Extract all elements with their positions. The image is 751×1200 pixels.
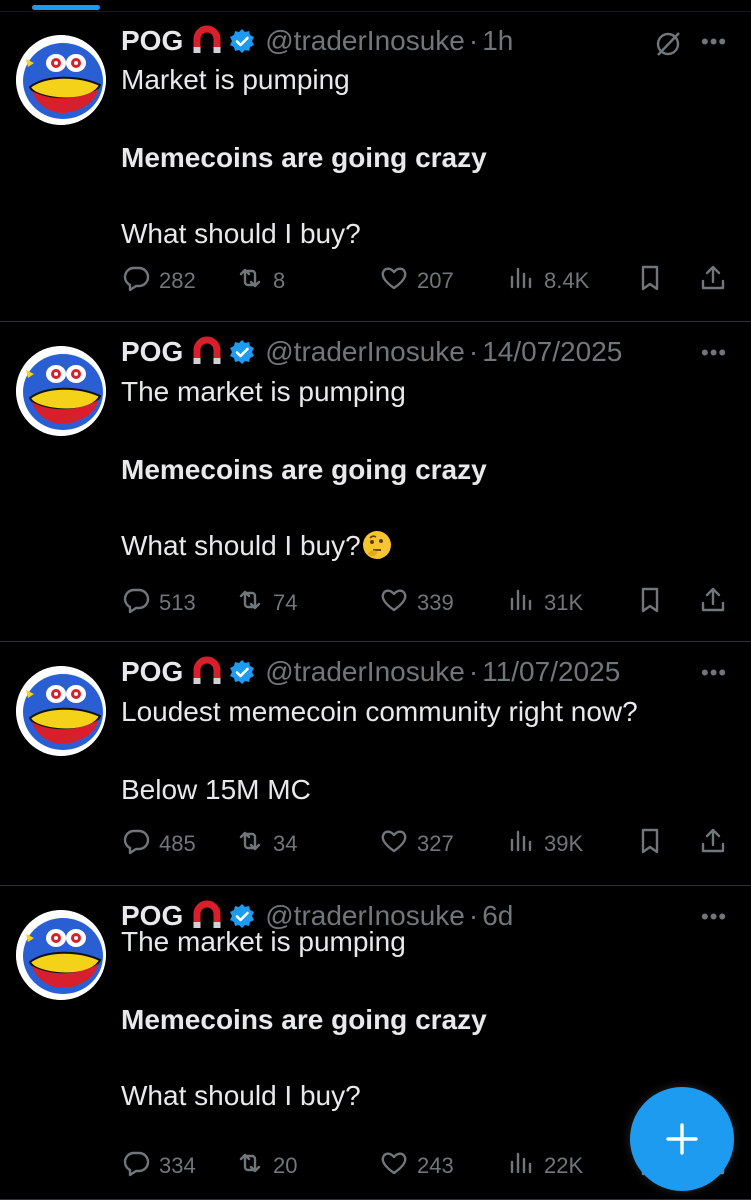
repost-count: 20	[273, 1153, 298, 1178]
reply-button[interactable]: 513	[121, 585, 196, 621]
like-count: 243	[417, 1153, 454, 1178]
bookmark-icon	[635, 826, 665, 862]
views-button[interactable]: 31K	[506, 585, 583, 621]
views-icon	[506, 585, 536, 621]
heart-icon	[379, 585, 409, 621]
avatar[interactable]	[16, 910, 106, 1000]
reply-icon	[121, 263, 151, 299]
like-button[interactable]: 243	[379, 1148, 454, 1184]
views-icon	[506, 263, 536, 299]
tweet-actions: 282 8 207 8.4K	[121, 263, 731, 299]
bookmark-button[interactable]	[635, 826, 665, 862]
views-icon	[506, 826, 536, 862]
reply-icon	[121, 1148, 151, 1184]
tweet[interactable]: POG @traderInosuke · 14/07/2025 ••• The …	[0, 322, 751, 642]
tweet[interactable]: POG @traderInosuke · 11/07/2025 ••• Loud…	[0, 642, 751, 886]
reply-icon	[121, 585, 151, 621]
like-count: 207	[417, 268, 454, 293]
repost-button[interactable]: 20	[235, 1148, 297, 1184]
tweet-text-line: What should I buy?	[121, 526, 393, 565]
compose-button[interactable]	[630, 1087, 734, 1191]
like-button[interactable]: 339	[379, 585, 454, 621]
view-count: 22K	[544, 1153, 584, 1178]
like-button[interactable]: 207	[379, 263, 454, 299]
like-count: 339	[417, 590, 454, 615]
tweet-text-line: What should I buy?	[121, 1080, 361, 1111]
avatar[interactable]	[16, 35, 106, 125]
tweet-actions: 513 74 339 31K	[121, 585, 731, 621]
repost-count: 74	[273, 590, 298, 615]
views-button[interactable]: 8.4K	[506, 263, 589, 299]
avatar[interactable]	[16, 346, 106, 436]
reply-button[interactable]: 485	[121, 826, 196, 862]
reply-button[interactable]: 282	[121, 263, 196, 299]
bookmark-button[interactable]	[635, 585, 665, 621]
reply-count: 334	[159, 1153, 196, 1178]
bookmark-icon	[635, 585, 665, 621]
share-icon	[698, 826, 728, 862]
reply-icon	[121, 826, 151, 862]
like-count: 327	[417, 831, 454, 856]
tweet[interactable]: POG @traderInosuke · 1h ••• Market is pu…	[0, 11, 751, 322]
tweet-actions: 485 34 327 39K	[121, 826, 731, 862]
share-button[interactable]	[698, 263, 728, 299]
heart-icon	[379, 263, 409, 299]
avatar[interactable]	[16, 666, 106, 756]
repost-count: 34	[273, 831, 298, 856]
view-count: 39K	[544, 831, 584, 856]
reply-count: 282	[159, 268, 196, 293]
heart-icon	[379, 826, 409, 862]
reply-count: 513	[159, 590, 196, 615]
view-count: 8.4K	[544, 268, 590, 293]
views-button[interactable]: 39K	[506, 826, 583, 862]
tweet-text-line: Loudest memecoin community right now?	[121, 696, 638, 727]
tab-indicator	[32, 5, 100, 10]
view-count: 31K	[544, 590, 584, 615]
repost-button[interactable]: 8	[235, 263, 285, 299]
views-icon	[506, 1148, 536, 1184]
tweet-text-line: Below 15M MC	[121, 774, 311, 805]
repost-icon	[235, 585, 265, 621]
tweet-text-line: The market is pumping	[121, 926, 406, 957]
share-icon	[698, 263, 728, 299]
reply-count: 485	[159, 831, 196, 856]
tweet-text-line: The market is pumping	[121, 376, 406, 407]
tweet-text-line: Market is pumping	[121, 64, 350, 95]
share-button[interactable]	[698, 585, 728, 621]
repost-icon	[235, 263, 265, 299]
repost-count: 8	[273, 268, 286, 293]
reply-button[interactable]: 334	[121, 1148, 196, 1184]
tweet-text-line: Memecoins are going crazy	[121, 1004, 487, 1035]
timeline: POG @traderInosuke · 1h ••• Market is pu…	[0, 0, 751, 1200]
like-button[interactable]: 327	[379, 826, 454, 862]
plus-icon	[666, 1123, 698, 1155]
repost-icon	[235, 826, 265, 862]
repost-button[interactable]: 34	[235, 826, 297, 862]
repost-button[interactable]: 74	[235, 585, 297, 621]
tweet-text-line: Memecoins are going crazy	[121, 142, 487, 173]
tweet-text-line: What should I buy?	[121, 218, 361, 249]
bookmark-icon	[635, 263, 665, 299]
tweet-text-line: Memecoins are going crazy	[121, 454, 487, 485]
share-button[interactable]	[698, 826, 728, 862]
thinking-face-emoji	[362, 531, 391, 559]
views-button[interactable]: 22K	[506, 1148, 583, 1184]
bookmark-button[interactable]	[635, 263, 665, 299]
share-icon	[698, 585, 728, 621]
repost-icon	[235, 1148, 265, 1184]
heart-icon	[379, 1148, 409, 1184]
